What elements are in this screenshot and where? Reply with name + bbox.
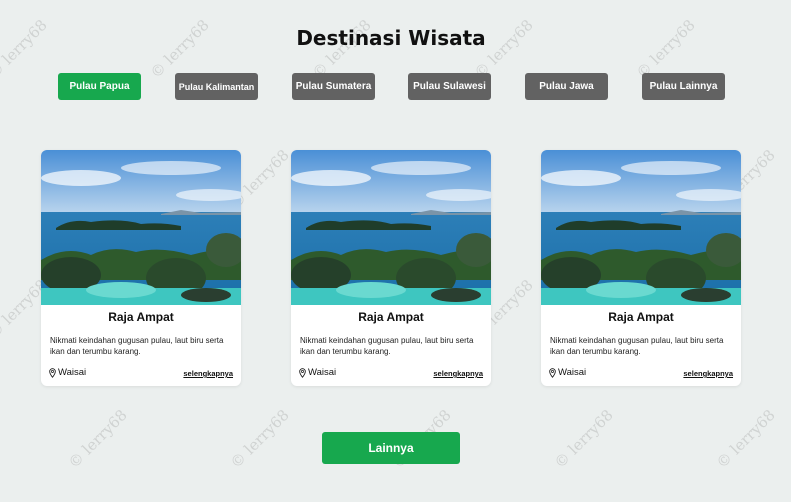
map-pin-icon (549, 367, 556, 378)
location-label: Waisai (58, 367, 87, 378)
card-title: Raja Ampat (108, 310, 174, 324)
more-details-link[interactable]: selengkapnya (183, 369, 233, 378)
card-description: Nikmati keindahan gugusan pulau, laut bi… (550, 336, 724, 356)
tab-pulau-lainnya[interactable]: Pulau Lainnya (642, 73, 725, 100)
destination-card[interactable]: Raja Ampat Nikmati keindahan gugusan pul… (541, 150, 741, 386)
card-location: Waisai (299, 367, 336, 378)
more-destinations-button[interactable]: Lainnya (322, 432, 460, 464)
location-label: Waisai (308, 367, 337, 378)
card-description: Nikmati keindahan gugusan pulau, laut bi… (50, 336, 224, 356)
page-title: Destinasi Wisata (296, 26, 486, 50)
island-tabs: Pulau Papua Pulau Kalimantan Pulau Sumat… (0, 73, 791, 101)
more-details-link[interactable]: selengkapnya (683, 369, 733, 378)
destination-photo (541, 150, 741, 305)
card-title: Raja Ampat (608, 310, 674, 324)
more-details-link[interactable]: selengkapnya (433, 369, 483, 378)
card-location: Waisai (549, 367, 586, 378)
watermark-text: © lerry68 (550, 405, 617, 473)
destination-photo (41, 150, 241, 305)
destination-photo (291, 150, 491, 305)
map-pin-icon (49, 367, 56, 378)
destination-card[interactable]: Raja Ampat Nikmati keindahan gugusan pul… (41, 150, 241, 386)
tab-pulau-jawa[interactable]: Pulau Jawa (525, 73, 608, 100)
watermark-text: © lerry68 (226, 405, 293, 473)
card-location: Waisai (49, 367, 86, 378)
watermark-text: © lerry68 (64, 405, 131, 473)
card-title: Raja Ampat (358, 310, 424, 324)
destination-card[interactable]: Raja Ampat Nikmati keindahan gugusan pul… (291, 150, 491, 386)
tab-pulau-sumatera[interactable]: Pulau Sumatera (292, 73, 375, 100)
tab-pulau-kalimantan[interactable]: Pulau Kalimantan (175, 73, 258, 100)
map-pin-icon (299, 367, 306, 378)
watermark-text: © lerry68 (712, 405, 779, 473)
location-label: Waisai (558, 367, 587, 378)
tab-pulau-sulawesi[interactable]: Pulau Sulawesi (408, 73, 491, 100)
tab-pulau-papua[interactable]: Pulau Papua (58, 73, 141, 100)
card-description: Nikmati keindahan gugusan pulau, laut bi… (300, 336, 474, 356)
